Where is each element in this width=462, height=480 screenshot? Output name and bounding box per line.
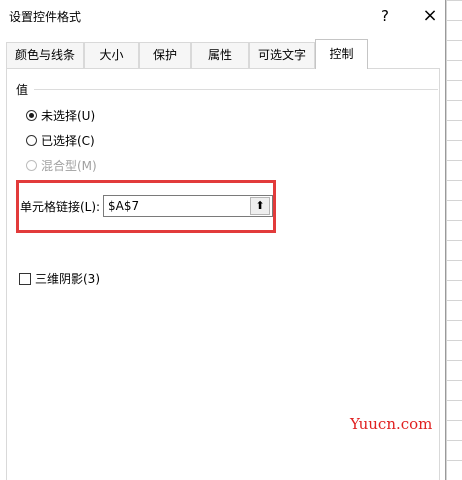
- highlight-annotation-box: [16, 180, 276, 233]
- tab-protection[interactable]: 保护: [139, 42, 191, 68]
- radio-unchecked-option[interactable]: 未选择(U): [26, 107, 95, 125]
- radio-label: 未选择(U): [41, 109, 96, 123]
- radio-mixed-option: 混合型(M): [26, 157, 97, 175]
- group-divider: [34, 89, 438, 90]
- help-button[interactable]: ?: [372, 3, 398, 29]
- radio-label: 混合型(M): [41, 159, 97, 173]
- tab-strip: 颜色与线条 大小 保护 属性 可选文字 控制: [6, 39, 446, 69]
- tab-size[interactable]: 大小: [84, 42, 139, 68]
- 3d-shading-option[interactable]: 三维阴影(3): [19, 270, 100, 288]
- title-bar[interactable]: 设置控件格式 ? ×: [0, 0, 445, 32]
- radio-checked-option[interactable]: 已选择(C): [26, 132, 95, 150]
- radio-label: 已选择(C): [41, 134, 95, 148]
- checkbox-icon[interactable]: [19, 273, 31, 285]
- dialog-title: 设置控件格式: [9, 10, 82, 24]
- tab-alt-text[interactable]: 可选文字: [249, 42, 315, 68]
- watermark-text: Yuucn.com: [350, 415, 433, 433]
- tab-control[interactable]: 控制: [315, 39, 368, 69]
- spreadsheet-grid-background: [446, 0, 462, 480]
- format-control-dialog: 设置控件格式 ? × 颜色与线条 大小 保护 属性 可选文字 控制 值 未选择(…: [0, 0, 446, 480]
- radio-button-icon[interactable]: [26, 135, 37, 146]
- shading-label: 三维阴影(3): [35, 272, 100, 286]
- tab-colors-and-lines[interactable]: 颜色与线条: [6, 42, 84, 68]
- close-button[interactable]: ×: [416, 3, 444, 29]
- radio-button-icon[interactable]: [26, 110, 37, 121]
- radio-button-icon: [26, 160, 37, 171]
- tab-properties[interactable]: 属性: [191, 42, 249, 68]
- value-group-label: 值: [16, 83, 29, 97]
